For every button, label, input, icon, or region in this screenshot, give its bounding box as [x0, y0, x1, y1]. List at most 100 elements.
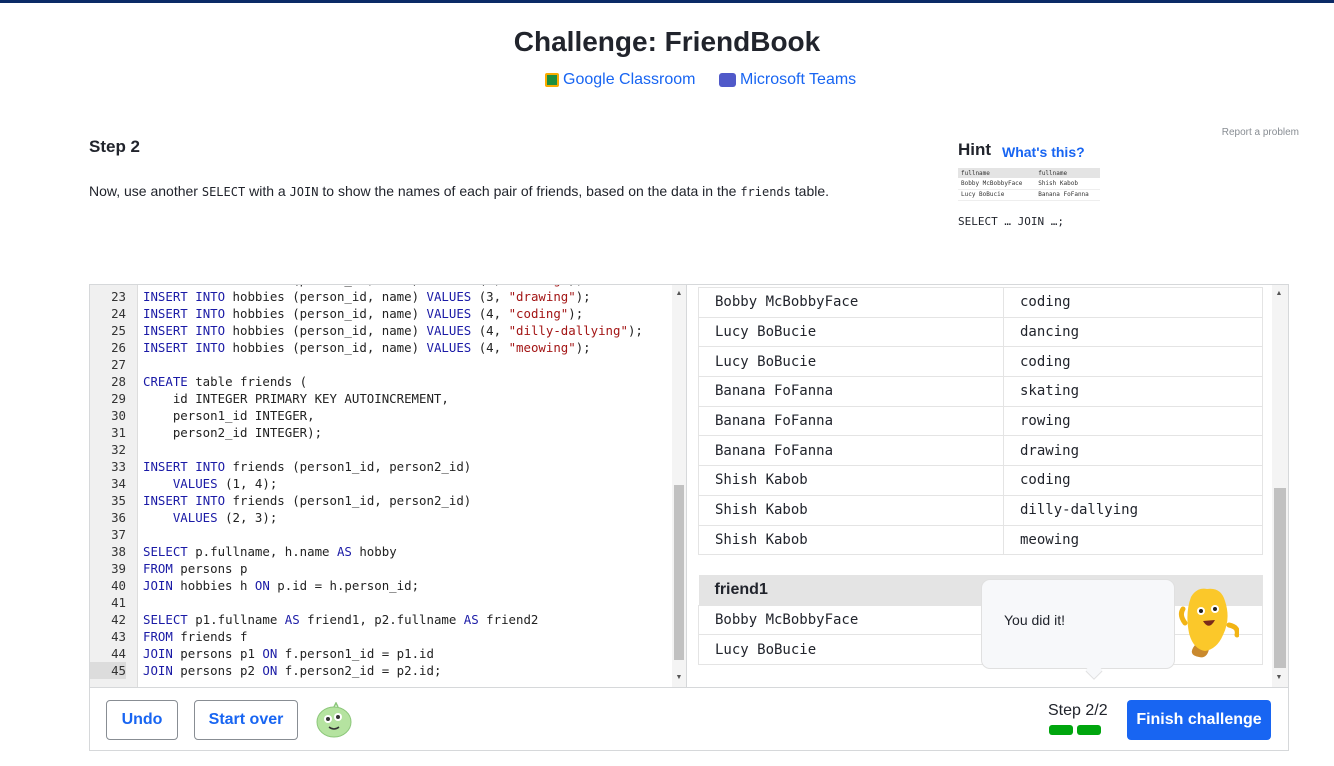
line-number: 25 [111, 323, 126, 338]
code-lines[interactable]: 22INSERT INTO hobbies (person_id, name) … [90, 285, 676, 679]
table-cell: coding [1003, 287, 1263, 318]
table-row: Lucy BoBucie dancing [698, 316, 1263, 348]
hint-code: SELECT … JOIN …; [958, 215, 1064, 228]
code-line[interactable]: 27 [90, 356, 676, 373]
code-line[interactable]: 39 FROM persons p [90, 560, 676, 577]
code-line[interactable]: 36 VALUES (2, 3); [90, 509, 676, 526]
code-line[interactable]: 34 VALUES (1, 4); [90, 475, 676, 492]
code-text[interactable]: SELECT p.fullname, h.name AS hobby [143, 543, 397, 560]
line-number: 23 [111, 289, 126, 304]
code-text[interactable]: INSERT INTO hobbies (person_id, name) VA… [143, 339, 591, 356]
scroll-up-icon[interactable]: ▲ [672, 287, 686, 301]
report-problem-link[interactable]: Report a problem [1222, 127, 1299, 138]
results-scrollbar[interactable]: ▲ ▼ [1272, 285, 1288, 687]
code-line[interactable]: 29 id INTEGER PRIMARY KEY AUTOINCREMENT, [90, 390, 676, 407]
mascot-icon [316, 702, 352, 738]
table-cell: Lucy BoBucie [698, 346, 1004, 378]
google-classroom-icon [545, 73, 559, 87]
desc-code-friends: friends [740, 185, 791, 199]
table-cell: Shish Kabob [698, 494, 1004, 526]
scroll-down-icon[interactable]: ▼ [1272, 671, 1286, 685]
code-line[interactable]: 25 INSERT INTO hobbies (person_id, name) … [90, 322, 676, 339]
progress-segment [1077, 725, 1101, 735]
workspace: 22INSERT INTO hobbies (person_id, name) … [89, 284, 1289, 751]
table-cell: Banana FoFanna [698, 435, 1004, 467]
editor-scrollbar[interactable]: ▲ ▼ [672, 285, 686, 687]
start-over-button[interactable]: Start over [194, 700, 298, 740]
code-text[interactable]: VALUES (2, 3); [143, 509, 277, 526]
code-line[interactable]: 43 FROM friends f [90, 628, 676, 645]
table-cell: Banana FoFanna [698, 405, 1004, 437]
hint-table: fullname fullname Bobby McBobbyFace Shis… [958, 168, 1100, 201]
table-cell: meowing [1003, 524, 1263, 556]
progress-segment [1049, 725, 1073, 735]
code-line[interactable]: 38 SELECT p.fullname, h.name AS hobby [90, 543, 676, 560]
code-text[interactable]: INSERT INTO hobbies (person_id, name) VA… [143, 322, 643, 339]
hint-title: Hint [958, 140, 992, 159]
code-line[interactable]: 33 INSERT INTO friends (person1_id, perso… [90, 458, 676, 475]
code-line[interactable]: 35 INSERT INTO friends (person1_id, perso… [90, 492, 676, 509]
code-text[interactable]: INSERT INTO hobbies (person_id, name) VA… [143, 305, 583, 322]
results-scroll-thumb[interactable] [1274, 488, 1286, 668]
code-text[interactable]: FROM persons p [143, 560, 247, 577]
line-number: 37 [111, 527, 126, 542]
line-number: 32 [111, 442, 126, 457]
code-line[interactable]: 31 person2_id INTEGER); [90, 424, 676, 441]
code-text[interactable]: INSERT INTO hobbies (person_id, name) VA… [143, 288, 591, 305]
code-text[interactable]: FROM friends f [143, 628, 247, 645]
code-text[interactable]: VALUES (1, 4); [143, 475, 277, 492]
table-cell: dancing [1003, 316, 1263, 348]
code-line[interactable]: 40 JOIN hobbies h ON p.id = h.person_id; [90, 577, 676, 594]
line-number: 28 [111, 374, 126, 389]
scroll-up-icon[interactable]: ▲ [1272, 287, 1286, 301]
code-editor[interactable]: 22INSERT INTO hobbies (person_id, name) … [90, 285, 687, 687]
line-number: 45 [90, 662, 126, 679]
finish-challenge-button[interactable]: Finish challenge [1127, 700, 1271, 740]
code-line[interactable]: 26 INSERT INTO hobbies (person_id, name) … [90, 339, 676, 356]
hint-cell: Lucy BoBucie [958, 189, 1036, 201]
table-cell: coding [1003, 465, 1263, 496]
code-text[interactable]: JOIN hobbies h ON p.id = h.person_id; [143, 577, 419, 594]
line-number: 29 [111, 391, 126, 406]
scroll-down-icon[interactable]: ▼ [672, 671, 686, 685]
microsoft-teams-link[interactable]: Microsoft Teams [719, 69, 856, 91]
code-text[interactable]: INSERT INTO friends (person1_id, person2… [143, 458, 471, 475]
hobbies-result-table: Bobby McBobbyFace coding Lucy BoBucie danci… [698, 287, 1263, 556]
code-text[interactable]: JOIN persons p2 ON f.person2_id = p2.id; [143, 662, 441, 679]
celebration-creature-icon [1178, 588, 1239, 658]
code-line[interactable]: 42 SELECT p1.fullname AS friend1, p2.full… [90, 611, 676, 628]
table-cell: rowing [1003, 405, 1263, 437]
table-cell: Shish Kabob [698, 524, 1004, 556]
code-line[interactable]: 44 JOIN persons p1 ON f.person1_id = p1.i… [90, 645, 676, 662]
code-line[interactable]: 45 JOIN persons p2 ON f.person2_id = p2.i… [90, 662, 676, 679]
editor-scroll-thumb[interactable] [674, 485, 684, 660]
table-cell: Banana FoFanna [698, 376, 1004, 407]
code-line[interactable]: 32 [90, 441, 676, 458]
hint-cell: Shish Kabob [1035, 178, 1100, 190]
google-classroom-link[interactable]: Google Classroom [545, 69, 696, 91]
code-line[interactable]: 37 [90, 526, 676, 543]
table-row: Banana FoFanna skating [698, 376, 1263, 407]
code-text[interactable]: person1_id INTEGER, [143, 407, 315, 424]
microsoft-teams-label: Microsoft Teams [740, 71, 857, 88]
code-line[interactable]: 24 INSERT INTO hobbies (person_id, name) … [90, 305, 676, 322]
table-row: Shish Kabob dilly-dallying [698, 494, 1263, 526]
whats-this-link[interactable]: What's this? [1002, 144, 1085, 160]
code-line[interactable]: 23 INSERT INTO hobbies (person_id, name) … [90, 288, 676, 305]
code-text[interactable]: person2_id INTEGER); [143, 424, 322, 441]
code-text[interactable]: SELECT p1.fullname AS friend1, p2.fullna… [143, 611, 538, 628]
desc-code-select: SELECT [201, 185, 246, 199]
table-row: Shish Kabob meowing [698, 524, 1263, 556]
code-text[interactable]: INSERT INTO friends (person1_id, person2… [143, 492, 471, 509]
code-line[interactable]: 41 [90, 594, 676, 611]
code-text[interactable]: id INTEGER PRIMARY KEY AUTOINCREMENT, [143, 390, 449, 407]
table-cell: skating [1003, 376, 1263, 407]
code-line[interactable]: 28 CREATE table friends ( [90, 373, 676, 390]
code-text[interactable]: CREATE table friends ( [143, 373, 307, 390]
success-toast: You did it! [982, 580, 1174, 679]
line-number: 33 [111, 459, 126, 474]
table-cell: coding [1003, 346, 1263, 378]
code-text[interactable]: JOIN persons p1 ON f.person1_id = p1.id [143, 645, 434, 662]
code-line[interactable]: 30 person1_id INTEGER, [90, 407, 676, 424]
undo-button[interactable]: Undo [106, 700, 178, 740]
